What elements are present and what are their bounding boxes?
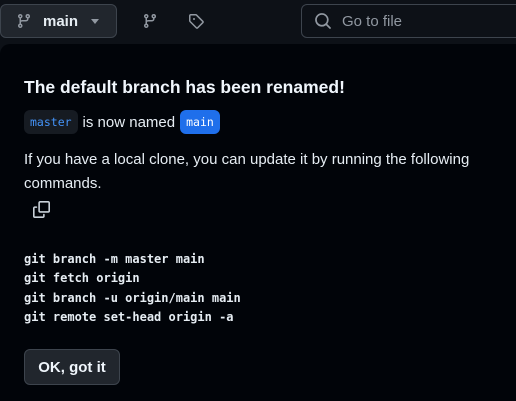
rename-notice: master is now named main [24,110,220,134]
branch-selector-button[interactable]: main [0,4,117,38]
copy-commands-button[interactable] [30,198,52,220]
git-commands-block: git branch -m master main git fetch origi… [24,250,241,327]
update-instructions: If you have a local clone, you can updat… [24,151,470,192]
command-line: git branch -u origin/main main [24,290,241,305]
command-line: git fetch origin [24,271,140,286]
branch-renamed-popover: The default branch has been renamed! mas… [0,44,516,401]
search-icon [314,12,332,30]
branches-button[interactable] [139,10,161,32]
copy-icon [32,200,50,218]
go-to-file-search[interactable] [301,4,516,38]
tags-button[interactable] [185,10,207,32]
popover-title: The default branch has been renamed! [24,77,345,97]
ok-got-it-button[interactable]: OK, got it [24,349,120,385]
git-branch-icon [16,13,32,29]
rename-text: is now named [82,113,176,131]
repository-page: main The [0,0,516,401]
file-navigation-toolbar: main [0,0,516,44]
chevron-down-icon [91,18,100,24]
tag-icon [188,13,204,29]
current-branch-label: main [43,12,79,30]
old-branch-name: master [24,110,78,134]
command-line: git branch -m master main [24,252,205,266]
search-input[interactable] [340,11,516,31]
new-branch-name: main [180,110,220,134]
git-branch-icon [142,13,158,29]
command-line: git remote set-head origin -a [24,309,234,324]
